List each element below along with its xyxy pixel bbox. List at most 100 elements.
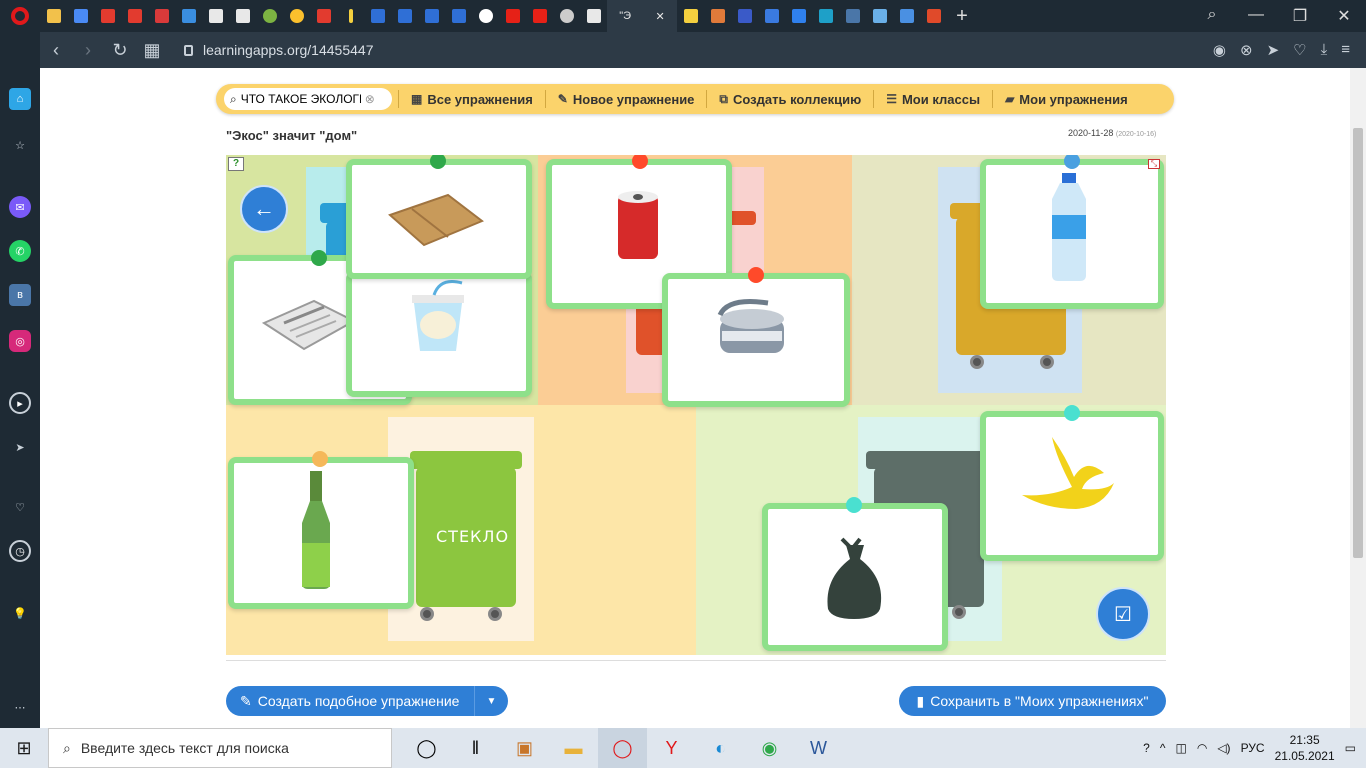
fullscreen-icon[interactable]: ⤡ bbox=[1148, 159, 1160, 169]
new-exercise-link[interactable]: ✎ Новое упражнение bbox=[552, 92, 701, 107]
clock[interactable]: 21:35 21.05.2021 bbox=[1275, 732, 1335, 764]
tab-image[interactable] bbox=[866, 0, 893, 32]
card-banana-peel[interactable] bbox=[980, 411, 1164, 561]
tab-pdf[interactable] bbox=[94, 0, 121, 32]
tab-chat[interactable] bbox=[785, 0, 812, 32]
tab-close-icon[interactable]: ✕ bbox=[656, 10, 665, 23]
opera-taskbar-icon[interactable]: ◯ bbox=[598, 728, 647, 768]
volume-icon[interactable]: ◁) bbox=[1217, 741, 1230, 755]
create-collection-link[interactable]: ⧉ Создать коллекцию bbox=[713, 92, 867, 107]
star-icon[interactable]: ☆ bbox=[9, 134, 31, 156]
chrome-icon[interactable]: ◉ bbox=[745, 728, 794, 768]
my-classes-link[interactable]: ☰ Мои классы bbox=[880, 92, 986, 107]
restore-icon[interactable]: ❐ bbox=[1278, 6, 1322, 26]
dropdown-caret-icon[interactable]: ▼ bbox=[474, 686, 508, 716]
search-input[interactable] bbox=[240, 92, 361, 106]
flow-icon[interactable]: ➤ bbox=[9, 436, 31, 458]
send-icon[interactable]: ➤ bbox=[1267, 41, 1280, 59]
opera-menu-icon[interactable] bbox=[0, 0, 40, 32]
tab-google[interactable] bbox=[472, 0, 499, 32]
tab-alpha[interactable] bbox=[893, 0, 920, 32]
download-icon[interactable]: ⤓ bbox=[1321, 41, 1328, 59]
back-arrow-icon[interactable]: ‹ bbox=[40, 40, 72, 61]
tab-vk[interactable] bbox=[839, 0, 866, 32]
card-plastic-bottle[interactable] bbox=[980, 159, 1164, 309]
search-tabs-icon[interactable]: ⌕ bbox=[1190, 6, 1234, 26]
page-scrollbar[interactable] bbox=[1350, 68, 1366, 728]
player-icon[interactable]: ▸ bbox=[9, 392, 31, 414]
heart-icon[interactable]: ♡ bbox=[1293, 41, 1306, 59]
windows-start-icon[interactable]: ⊞ bbox=[0, 738, 48, 759]
tab-globe[interactable] bbox=[256, 0, 283, 32]
tabs-grid-icon[interactable]: ▦ bbox=[136, 40, 168, 61]
taskbar-search-box[interactable]: ⌕ Введите здесь текст для поиска bbox=[48, 728, 392, 768]
block-icon[interactable]: ⊗ bbox=[1240, 41, 1253, 59]
word-icon[interactable]: W bbox=[794, 728, 843, 768]
url-field[interactable]: learningapps.org/14455447 bbox=[184, 42, 373, 58]
my-exercises-link[interactable]: ▰ Мои упражнения bbox=[999, 92, 1134, 107]
whatsapp-icon[interactable]: ✆ bbox=[9, 240, 31, 262]
check-answers-button[interactable]: ☑ bbox=[1096, 587, 1150, 641]
tab-picture[interactable] bbox=[704, 0, 731, 32]
camera-icon[interactable]: ◉ bbox=[1213, 41, 1226, 59]
tab-grid[interactable] bbox=[758, 0, 785, 32]
tab-file-2[interactable] bbox=[229, 0, 256, 32]
task-view-icon[interactable]: ◯ bbox=[402, 728, 451, 768]
edge-icon[interactable]: ◐ bbox=[696, 728, 745, 768]
tab-youtube-2[interactable] bbox=[526, 0, 553, 32]
instagram-icon[interactable]: ◎ bbox=[9, 330, 31, 352]
card-cardboard[interactable] bbox=[346, 159, 532, 279]
create-similar-button[interactable]: ✎ Создать подобное упражнение ▼ bbox=[226, 686, 508, 716]
notifications-icon[interactable]: ▭ bbox=[1345, 741, 1356, 755]
card-glass-bottle[interactable] bbox=[228, 457, 414, 609]
network-icon[interactable]: ◫ bbox=[1176, 741, 1187, 755]
messenger-icon[interactable]: ✉ bbox=[9, 196, 31, 218]
search-box[interactable]: ⌕ ⊗ bbox=[224, 88, 392, 110]
tab-window[interactable] bbox=[175, 0, 202, 32]
wifi-icon[interactable]: ◠ bbox=[1197, 741, 1207, 755]
tab-mail-3[interactable] bbox=[418, 0, 445, 32]
reload-icon[interactable]: ↻ bbox=[104, 40, 136, 61]
tab-mail[interactable] bbox=[364, 0, 391, 32]
home-icon[interactable]: ⌂ bbox=[9, 88, 31, 110]
vk-icon[interactable]: в bbox=[9, 284, 31, 306]
back-button[interactable]: ← bbox=[240, 185, 288, 233]
minimize-icon[interactable]: — bbox=[1234, 6, 1278, 26]
file-explorer-icon[interactable]: ▬ bbox=[549, 728, 598, 768]
clear-search-icon[interactable]: ⊗ bbox=[365, 92, 375, 106]
tab-gmail[interactable] bbox=[40, 0, 67, 32]
tab-book[interactable] bbox=[812, 0, 839, 32]
history-icon[interactable]: ◷ bbox=[9, 540, 31, 562]
menu-icon[interactable]: ≡ bbox=[1341, 41, 1350, 59]
tips-icon[interactable]: 💡 bbox=[9, 602, 31, 624]
tray-up-arrow-icon[interactable]: ^ bbox=[1160, 741, 1166, 755]
widgets-icon[interactable]: ‖ bbox=[451, 728, 500, 768]
tab-animal[interactable] bbox=[553, 0, 580, 32]
card-yogurt[interactable] bbox=[346, 271, 532, 397]
tab-mail-4[interactable] bbox=[445, 0, 472, 32]
tab-file-3[interactable] bbox=[580, 0, 607, 32]
close-window-icon[interactable]: ✕ bbox=[1322, 6, 1366, 26]
card-trash-bag[interactable] bbox=[762, 503, 948, 651]
store-icon[interactable]: ▣ bbox=[500, 728, 549, 768]
tab-mail-2[interactable] bbox=[391, 0, 418, 32]
tab-bar[interactable] bbox=[337, 0, 364, 32]
language-indicator[interactable]: РУС bbox=[1241, 741, 1265, 755]
forward-arrow-icon[interactable]: › bbox=[72, 40, 104, 61]
favorites-icon[interactable]: ♡ bbox=[9, 496, 31, 518]
more-icon[interactable]: ⋯ bbox=[9, 696, 31, 718]
save-to-my-exercises-button[interactable]: ▮ Сохранить в "Моих упражнениях" bbox=[899, 686, 1166, 716]
tab-active[interactable]: "Э ✕ bbox=[607, 0, 677, 32]
yandex-icon[interactable]: Y bbox=[647, 728, 696, 768]
help-tray-icon[interactable]: ? bbox=[1143, 741, 1150, 755]
all-exercises-link[interactable]: ▦ Все упражнения bbox=[405, 92, 539, 107]
tab-game[interactable] bbox=[920, 0, 947, 32]
tab-pdf-2[interactable] bbox=[121, 0, 148, 32]
tab-pen[interactable] bbox=[677, 0, 704, 32]
new-tab-button[interactable]: + bbox=[947, 0, 977, 32]
tab-youtube[interactable] bbox=[499, 0, 526, 32]
tab-signature[interactable] bbox=[731, 0, 758, 32]
tab-globe-2[interactable] bbox=[283, 0, 310, 32]
card-tin-can[interactable] bbox=[662, 273, 850, 407]
tab-pdf-3[interactable] bbox=[310, 0, 337, 32]
